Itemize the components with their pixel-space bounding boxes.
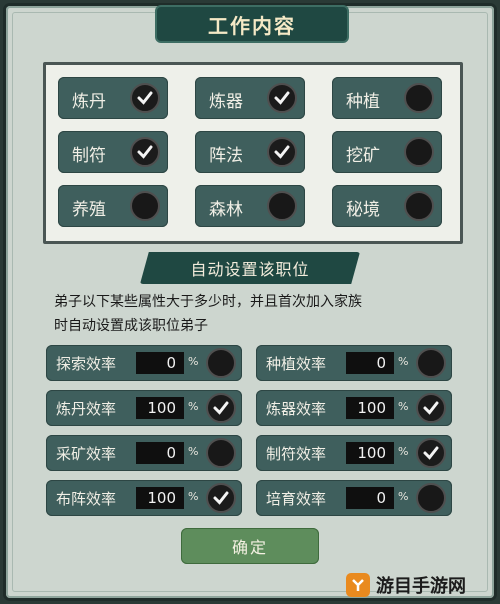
checkmark-icon [137,91,153,105]
job-planting[interactable]: 种植 [332,77,442,119]
confirm-label: 确定 [231,538,268,557]
watermark: 游目手游网 [346,570,466,600]
job-label: 炼器 [209,92,243,112]
percent-unit: % [398,400,409,413]
stat-explore: 探索效率 0 % [46,345,242,381]
stat-planting: 种植效率 0 % [256,345,452,381]
job-mining[interactable]: 挖矿 [332,131,442,173]
job-label: 森林 [209,200,243,220]
stat-label: 采矿效率 [56,445,117,463]
auto-assign-description: 弟子以下某些属性大于多少时，并且首次加入家族 时自动设置成该职位弟子 [54,290,454,338]
stat-mining: 采矿效率 0 % [46,435,242,471]
check-toggle[interactable] [206,348,236,378]
checkmark-icon [423,401,439,415]
watermark-logo-icon [346,573,370,597]
stat-refining: 炼器效率 100 % [256,390,452,426]
stat-label: 炼丹效率 [56,400,117,418]
stat-value-input[interactable]: 0 [136,442,184,464]
description-line: 弟子以下某些属性大于多少时，并且首次加入家族 [54,294,362,310]
dialog-title: 工作内容 [208,13,296,38]
checkmark-icon [213,401,229,415]
stat-value-input[interactable]: 100 [346,442,394,464]
job-label: 制符 [72,146,106,166]
check-toggle[interactable] [206,483,236,513]
job-secret-realm[interactable]: 秘境 [332,185,442,227]
confirm-button[interactable]: 确定 [181,528,319,564]
stat-alchemy: 炼丹效率 100 % [46,390,242,426]
percent-unit: % [398,445,409,458]
stat-talisman: 制符效率 100 % [256,435,452,471]
watermark-text: 游目手游网 [376,576,466,597]
stat-label: 炼器效率 [266,400,327,418]
stat-value-input[interactable]: 100 [136,487,184,509]
checkmark-icon [213,491,229,505]
stat-value-input[interactable]: 100 [346,397,394,419]
checkmark-icon [274,91,290,105]
title-banner: 工作内容 [155,5,349,43]
stat-label: 制符效率 [266,445,327,463]
job-label: 种植 [346,92,380,112]
check-toggle[interactable] [416,438,446,468]
job-refining[interactable]: 炼器 [195,77,305,119]
job-formation[interactable]: 阵法 [195,131,305,173]
check-toggle[interactable] [416,348,446,378]
stat-formation: 布阵效率 100 % [46,480,242,516]
job-label: 阵法 [209,146,243,166]
job-label: 炼丹 [72,92,106,112]
check-toggle[interactable] [206,393,236,423]
stat-value-input[interactable]: 0 [346,487,394,509]
percent-unit: % [398,355,409,368]
job-label: 养殖 [72,200,106,220]
check-toggle[interactable] [404,191,434,221]
job-talisman[interactable]: 制符 [58,131,168,173]
percent-unit: % [188,490,199,503]
job-label: 挖矿 [346,146,380,166]
stat-label: 种植效率 [266,355,327,373]
description-line: 时自动设置成该职位弟子 [54,318,208,334]
job-breeding[interactable]: 养殖 [58,185,168,227]
check-toggle[interactable] [404,137,434,167]
stat-label: 探索效率 [56,355,117,373]
check-toggle[interactable] [130,191,160,221]
jobs-grid: 炼丹 炼器 种植 制符 阵法 挖矿 养殖 森林 秘境 [58,77,442,227]
stat-label: 布阵效率 [56,490,117,508]
percent-unit: % [188,355,199,368]
check-toggle[interactable] [416,483,446,513]
auto-assign-banner: 自动设置该职位 [140,252,360,284]
percent-unit: % [188,445,199,458]
percent-unit: % [188,400,199,413]
job-label: 秘境 [346,200,380,220]
check-toggle[interactable] [267,83,297,113]
checkmark-icon [423,446,439,460]
check-toggle[interactable] [416,393,446,423]
check-toggle[interactable] [404,83,434,113]
check-toggle[interactable] [130,137,160,167]
check-toggle[interactable] [206,438,236,468]
check-toggle[interactable] [130,83,160,113]
stat-value-input[interactable]: 0 [346,352,394,374]
stat-value-input[interactable]: 0 [136,352,184,374]
check-toggle[interactable] [267,137,297,167]
checkmark-icon [137,145,153,159]
stat-cultivation: 培育效率 0 % [256,480,452,516]
stat-label: 培育效率 [266,490,327,508]
job-alchemy[interactable]: 炼丹 [58,77,168,119]
stat-value-input[interactable]: 100 [136,397,184,419]
checkmark-icon [274,145,290,159]
percent-unit: % [398,490,409,503]
check-toggle[interactable] [267,191,297,221]
job-forest[interactable]: 森林 [195,185,305,227]
auto-assign-title: 自动设置该职位 [190,260,310,279]
